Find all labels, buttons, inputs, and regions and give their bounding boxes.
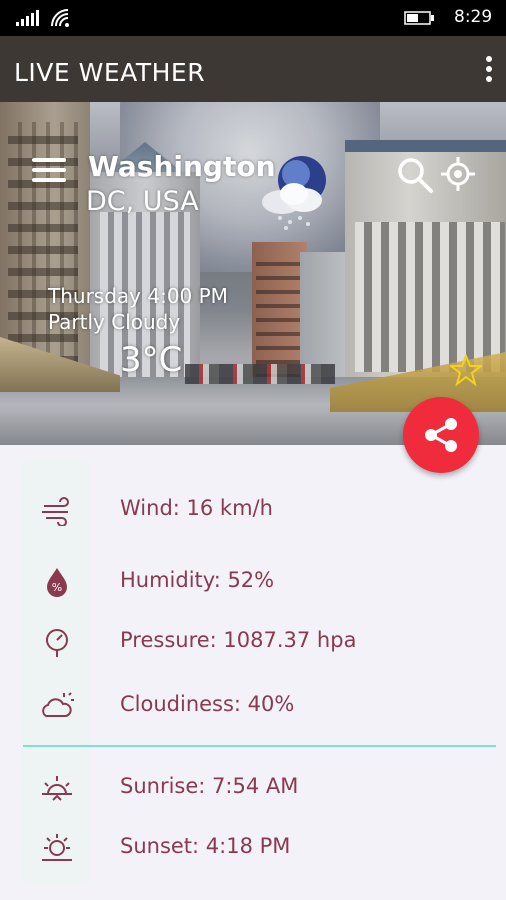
city-name: Washington [88,150,276,183]
divider [23,745,496,747]
temperature: 3°C [120,340,183,380]
wind-label: Wind: 16 km/h [120,496,273,520]
app-title: LIVE WEATHER [14,58,206,87]
weather-hero: Washington DC, USA Thursday 4:00 PM Part… [0,102,506,445]
overflow-menu-icon[interactable] [482,56,496,86]
battery-icon [404,11,434,25]
wifi-icon [51,9,69,27]
observation-datetime: Thursday 4:00 PM [48,284,228,308]
star-icon[interactable] [450,354,482,386]
weather-condition: Partly Cloudy [48,310,181,334]
sunrise-label: Sunrise: 7:54 AM [120,774,299,798]
menu-icon[interactable] [32,158,66,182]
sunset-label: Sunset: 4:18 PM [120,834,291,858]
search-icon[interactable] [396,156,434,194]
sunset-icon [42,834,72,861]
humidity-row: % Humidity: 52% [0,562,506,602]
signal-icon [16,10,39,26]
sunset-row: Sunset: 4:18 PM [0,828,506,868]
status-bar: 8:29 [0,0,506,36]
sunrise-icon [42,776,72,801]
wind-row: Wind: 16 km/h [0,490,506,530]
region-name: DC, USA [86,186,199,217]
cloudiness-label: Cloudiness: 40% [120,692,295,716]
share-button[interactable] [403,397,479,473]
humidity-label: Humidity: 52% [120,568,275,592]
pressure-row: Pressure: 1087.37 hpa [0,622,506,662]
weather-condition-icon [262,156,326,230]
cloudiness-icon [42,692,74,717]
svg-text:%: % [52,581,62,594]
humidity-icon: % [47,568,67,597]
app-bar: LIVE WEATHER [0,36,506,102]
share-icon [425,418,457,452]
pressure-label: Pressure: 1087.37 hpa [120,628,357,652]
sunrise-row: Sunrise: 7:54 AM [0,768,506,808]
clock: 8:29 [454,7,493,27]
pressure-icon [46,629,68,657]
location-icon[interactable] [440,156,476,192]
cloudiness-row: Cloudiness: 40% [0,686,506,726]
wind-icon [42,497,69,526]
